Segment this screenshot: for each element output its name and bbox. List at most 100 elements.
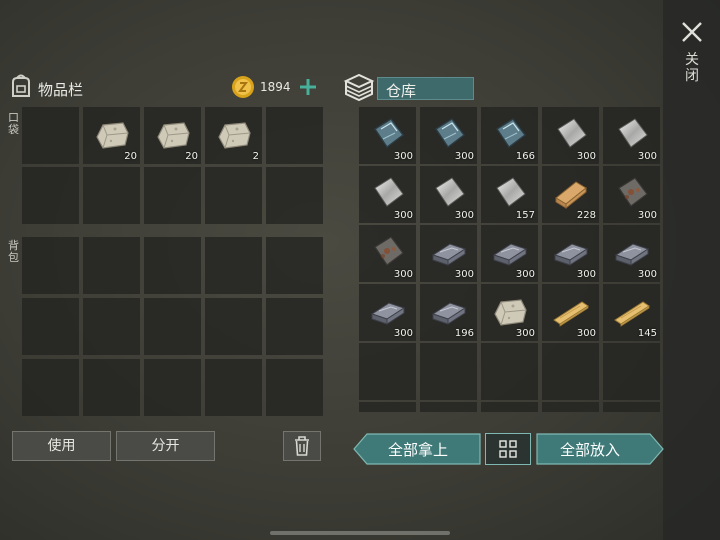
pocket-slot[interactable] <box>205 167 262 224</box>
close-icon[interactable] <box>680 20 704 44</box>
item-count: 300 <box>454 269 474 280</box>
backpack-slot[interactable] <box>22 359 79 416</box>
trash-icon <box>295 436 309 456</box>
coin-amount: 1894 <box>260 80 291 94</box>
pocket-slot[interactable] <box>266 167 323 224</box>
backpack-slot[interactable] <box>144 237 201 294</box>
storage-icon <box>343 72 375 102</box>
backpack-slot[interactable] <box>266 298 323 355</box>
pocket-slot[interactable] <box>83 167 140 224</box>
storage-slot[interactable]: 300 <box>359 107 416 164</box>
storage-slot[interactable]: 145 <box>603 284 660 341</box>
item-count: 300 <box>515 328 535 339</box>
inventory-title: 物品栏 <box>38 81 84 99</box>
item-count: 300 <box>515 269 535 280</box>
backpack-slot[interactable] <box>22 237 79 294</box>
storage-slot[interactable]: 300 <box>420 107 477 164</box>
backpack-slot[interactable] <box>83 359 140 416</box>
pocket-slot[interactable]: 20 <box>83 107 140 164</box>
backpack-icon <box>7 72 35 100</box>
storage-slot[interactable] <box>603 343 660 400</box>
item-count: 300 <box>637 269 657 280</box>
iron-ingot-icon <box>553 243 589 266</box>
backpack-slot[interactable] <box>22 298 79 355</box>
iron-ingot-icon <box>431 243 467 266</box>
stone-icon <box>157 122 190 149</box>
rusty-sheet-icon <box>618 177 648 207</box>
pocket-slot[interactable]: 2 <box>205 107 262 164</box>
storage-slot[interactable] <box>359 402 416 412</box>
storage-slot[interactable]: 157 <box>481 166 538 223</box>
backpack-slot[interactable] <box>266 359 323 416</box>
take-all-label: 全部拿上 <box>388 441 449 459</box>
storage-slot[interactable]: 166 <box>481 107 538 164</box>
storage-slot[interactable]: 300 <box>359 166 416 223</box>
rusty-sheet-icon <box>374 236 404 266</box>
storage-slot[interactable]: 300 <box>603 225 660 282</box>
wood-plank-icon <box>553 301 589 327</box>
pocket-slot[interactable] <box>22 167 79 224</box>
close-label[interactable]: 关闭 <box>684 52 700 84</box>
pocket-slot[interactable] <box>144 167 201 224</box>
iron-ingot-icon <box>614 243 650 266</box>
item-count: 20 <box>124 151 137 162</box>
storage-slot[interactable] <box>359 343 416 400</box>
storage-slot[interactable]: 300 <box>542 284 599 341</box>
pocket-slot[interactable] <box>266 107 323 164</box>
backpack-slot[interactable] <box>266 237 323 294</box>
storage-slot[interactable] <box>603 402 660 412</box>
iron-ingot-icon <box>370 302 406 325</box>
storage-slot[interactable]: 300 <box>481 284 538 341</box>
split-button[interactable]: 分开 <box>116 431 215 461</box>
backpack-slot[interactable] <box>205 298 262 355</box>
metal-sheet-icon <box>496 177 526 207</box>
storage-slot[interactable]: 300 <box>542 225 599 282</box>
storage-slot[interactable] <box>481 402 538 412</box>
stone-icon <box>218 122 251 149</box>
metal-sheet-icon <box>374 177 404 207</box>
item-count: 300 <box>637 210 657 221</box>
backpack-slot[interactable] <box>83 298 140 355</box>
storage-slot[interactable]: 300 <box>603 107 660 164</box>
storage-slot[interactable]: 300 <box>542 107 599 164</box>
storage-slot[interactable] <box>542 343 599 400</box>
add-coins-button[interactable] <box>297 76 319 98</box>
use-button[interactable]: 使用 <box>12 431 111 461</box>
glass-icon <box>435 118 465 149</box>
item-count: 300 <box>576 328 596 339</box>
storage-slot[interactable]: 300 <box>420 166 477 223</box>
put-all-button[interactable]: 全部放入 <box>536 433 664 465</box>
backpack-slot[interactable] <box>205 237 262 294</box>
storage-slot[interactable]: 300 <box>359 225 416 282</box>
item-count: 20 <box>185 151 198 162</box>
stone-icon <box>494 299 527 326</box>
storage-slot[interactable] <box>542 402 599 412</box>
item-count: 300 <box>576 269 596 280</box>
sort-grid-button[interactable] <box>485 433 531 465</box>
storage-slot[interactable] <box>420 343 477 400</box>
storage-slot[interactable]: 196 <box>420 284 477 341</box>
storage-slot[interactable] <box>420 402 477 412</box>
wood-block-icon <box>555 181 587 210</box>
backpack-slot[interactable] <box>83 237 140 294</box>
glass-icon <box>374 118 404 149</box>
item-count: 157 <box>515 210 535 221</box>
trash-button[interactable] <box>283 431 321 461</box>
backpack-slot[interactable] <box>144 359 201 416</box>
glass-icon <box>496 118 526 149</box>
storage-slot[interactable]: 300 <box>420 225 477 282</box>
item-count: 300 <box>393 210 413 221</box>
pocket-slot[interactable] <box>22 107 79 164</box>
storage-slot[interactable]: 300 <box>359 284 416 341</box>
take-all-button[interactable]: 全部拿上 <box>353 433 481 465</box>
backpack-slot[interactable] <box>144 298 201 355</box>
backpack-slot[interactable] <box>205 359 262 416</box>
storage-slot[interactable] <box>481 343 538 400</box>
storage-slot[interactable]: 228 <box>542 166 599 223</box>
item-count: 228 <box>576 210 596 221</box>
item-count: 166 <box>515 151 535 162</box>
stone-icon <box>96 122 129 149</box>
storage-slot[interactable]: 300 <box>481 225 538 282</box>
pocket-slot[interactable]: 20 <box>144 107 201 164</box>
storage-slot[interactable]: 300 <box>603 166 660 223</box>
